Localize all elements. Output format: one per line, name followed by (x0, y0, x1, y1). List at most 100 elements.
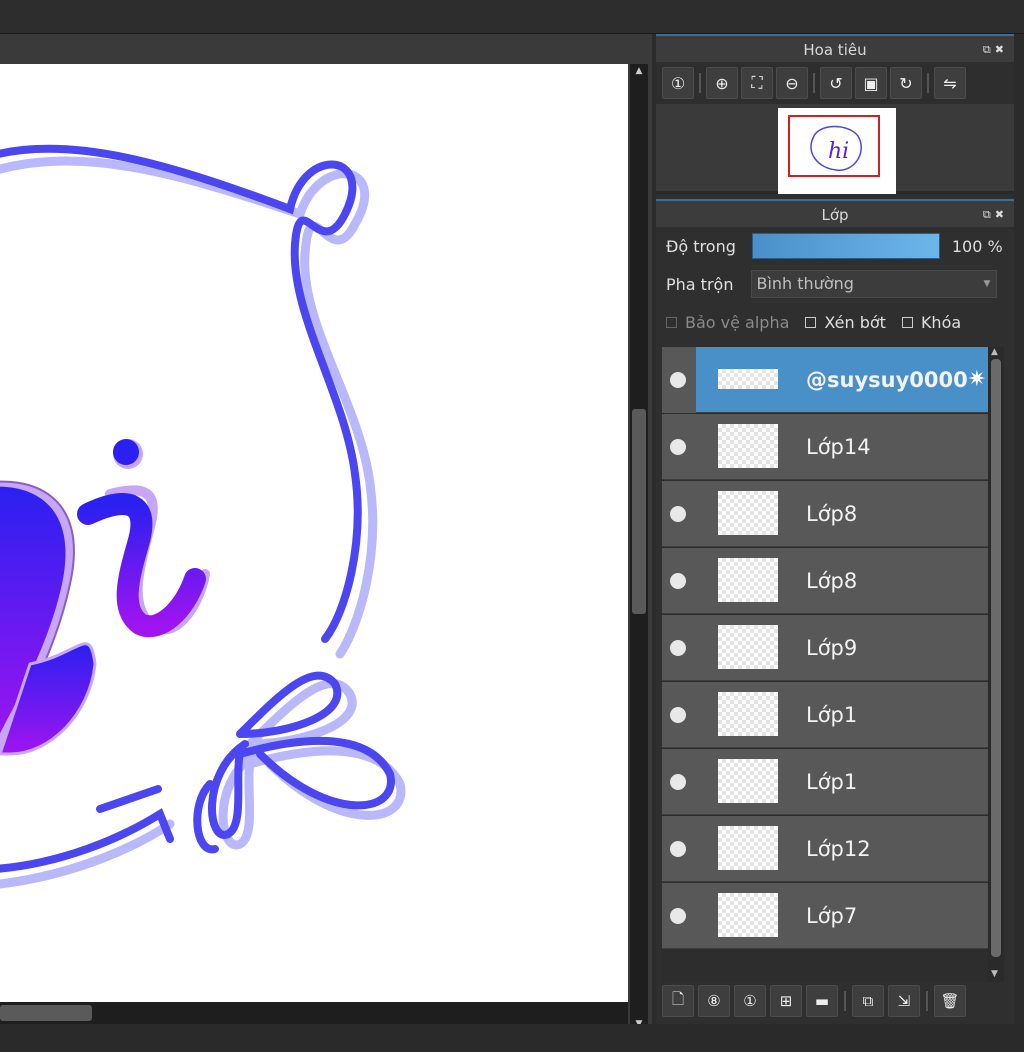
layers-panel-title: Lớp ⧉✖ (656, 199, 1014, 227)
blend-row: Pha trộn Bình thường ▼ (656, 265, 1014, 303)
zoom-in-icon[interactable]: ⊕ (706, 67, 738, 99)
blend-mode-value: Bình thường (756, 274, 854, 293)
canvas-thumbnail: hi (778, 108, 896, 194)
layer-row[interactable]: @suysuy0000 ✷ (662, 347, 988, 413)
layer-row[interactable]: Lớp8 (662, 481, 988, 547)
opacity-row: Độ trong 100 % (656, 227, 1014, 265)
zoom-out-icon[interactable]: ⊖ (776, 67, 808, 99)
panel-controls[interactable]: ⧉✖ (983, 36, 1008, 64)
clipping-checkbox[interactable]: Xén bớt (805, 313, 886, 332)
layer-row[interactable]: Lớp14 (662, 414, 988, 480)
layer-row[interactable]: Lớp12 (662, 816, 988, 882)
layer-thumbnail (718, 369, 778, 389)
visibility-dot-icon[interactable] (670, 573, 686, 589)
scroll-down-arrow-icon[interactable]: ▼ (991, 969, 998, 979)
visibility-toggle[interactable] (662, 347, 696, 413)
new-folder-icon[interactable]: ▬ (806, 985, 838, 1017)
scroll-up-arrow-icon[interactable]: ▲ (633, 66, 645, 76)
alpha-protect-checkbox[interactable]: Bảo vệ alpha (666, 313, 789, 332)
fit-screen-icon[interactable]: ⛶ (741, 67, 773, 99)
layer-thumbnail (718, 625, 778, 669)
drawing-canvas[interactable] (0, 64, 628, 1002)
fit-canvas-icon[interactable]: ▣ (855, 67, 887, 99)
visibility-dot-icon[interactable] (670, 774, 686, 790)
layer-name: @suysuy0000 (806, 368, 968, 392)
clipping-label: Xén bớt (824, 312, 886, 332)
top-bar (0, 0, 1024, 34)
close-icon[interactable]: ✖ (995, 43, 1008, 56)
undock-icon[interactable]: ⧉ (983, 208, 995, 221)
visibility-dot-icon[interactable] (670, 908, 686, 924)
layer-name: Lớp9 (806, 636, 858, 660)
delete-layer-icon[interactable]: 🗑 (934, 985, 966, 1017)
layer-name: Lớp8 (806, 502, 858, 526)
separator (926, 991, 928, 1011)
add-layer-menu-icon[interactable]: ⊞ (770, 985, 802, 1017)
layer-name: Lớp1 (806, 703, 858, 727)
visibility-dot-icon[interactable] (670, 707, 686, 723)
blend-label: Pha trộn (666, 274, 734, 294)
visibility-dot-icon[interactable] (670, 640, 686, 656)
artwork (0, 144, 406, 889)
new-layer-icon[interactable]: 🗋 (662, 985, 694, 1017)
undock-icon[interactable]: ⧉ (983, 43, 995, 56)
layer-row[interactable]: Lớp1 (662, 749, 988, 815)
layer-thumbnail (718, 826, 778, 870)
layer-list-scrollbar[interactable]: ▲ ▼ (988, 347, 1004, 982)
duplicate-layer-icon[interactable]: ⧉ (852, 985, 884, 1017)
layer-thumbnail (718, 424, 778, 468)
layer-thumbnail (718, 491, 778, 535)
layer-name: Lớp12 (806, 837, 871, 861)
canvas-area: ▲ ▼ (0, 34, 652, 1034)
canvas-vertical-scrollbar[interactable]: ▲ ▼ (630, 64, 648, 1034)
navigator-preview[interactable]: hi (656, 104, 1014, 194)
layer-row[interactable]: Lớp1 (662, 682, 988, 748)
opacity-value: 100 % (951, 236, 1003, 256)
close-icon[interactable]: ✖ (995, 208, 1008, 221)
new-8bit-layer-icon[interactable]: ⑧ (698, 985, 730, 1017)
visibility-dot-icon[interactable] (670, 506, 686, 522)
lock-checkbox[interactable]: Khóa (901, 312, 962, 332)
vertical-scroll-thumb[interactable] (632, 409, 646, 614)
alpha-protect-label: Bảo vệ alpha (685, 312, 790, 332)
opacity-slider[interactable] (751, 233, 940, 259)
layer-thumbnail (718, 893, 778, 937)
layer-row[interactable]: Lớp8 (662, 548, 988, 614)
right-panels: Hoa tiêu ⧉✖ ① ⊕ ⛶ ⊖ ↺ ▣ ↻ ⇋ hi Lớp ⧉✖ Độ… (656, 34, 1014, 1024)
bottom-bar (0, 1024, 1024, 1052)
layer-properties: Độ trong 100 % Pha trộn Bình thường ▼ Bả… (656, 227, 1014, 341)
rotate-right-icon[interactable]: ↻ (890, 67, 922, 99)
rotate-left-icon[interactable]: ↺ (820, 67, 852, 99)
dropdown-arrow-icon: ▼ (983, 279, 991, 289)
layer-list-scroll-thumb[interactable] (991, 359, 1001, 957)
blend-mode-select[interactable]: Bình thường ▼ (751, 270, 998, 298)
canvas-top-strip (0, 34, 652, 64)
layer-row[interactable]: Lớp9 (662, 615, 988, 681)
panel-controls[interactable]: ⧉✖ (983, 201, 1008, 229)
separator (699, 73, 701, 93)
zoom-actual-icon[interactable]: ① (662, 67, 694, 99)
viewport-frame[interactable] (788, 115, 880, 177)
layer-list: @suysuy0000 ✷ Lớp14 Lớp8 Lớp8 Lớp9 Lớp1 (662, 347, 988, 982)
layer-name: Lớp1 (806, 770, 858, 794)
horizontal-scroll-thumb[interactable] (0, 1005, 92, 1021)
separator (844, 991, 846, 1011)
visibility-dot-icon[interactable] (670, 439, 686, 455)
merge-down-icon[interactable]: ⇲ (888, 985, 920, 1017)
canvas-horizontal-scrollbar[interactable] (0, 1002, 628, 1024)
checkbox-box (805, 316, 817, 328)
layer-row[interactable]: Lớp7 (662, 883, 988, 949)
hi-letters (0, 439, 210, 756)
separator (927, 73, 929, 93)
visibility-dot-icon[interactable] (670, 841, 686, 857)
gear-icon[interactable]: ✷ (968, 367, 986, 392)
lock-label: Khóa (920, 312, 962, 332)
layer-thumbnail (718, 759, 778, 803)
navigator-title: Hoa tiêu (803, 41, 867, 59)
visibility-dot-icon (670, 372, 686, 388)
layer-options-row: Bảo vệ alpha Xén bớt Khóa (656, 303, 1014, 341)
flip-icon[interactable]: ⇋ (934, 67, 966, 99)
scroll-up-arrow-icon[interactable]: ▲ (991, 347, 998, 357)
layer-name: Lớp7 (806, 904, 858, 928)
new-1bit-layer-icon[interactable]: ① (734, 985, 766, 1017)
